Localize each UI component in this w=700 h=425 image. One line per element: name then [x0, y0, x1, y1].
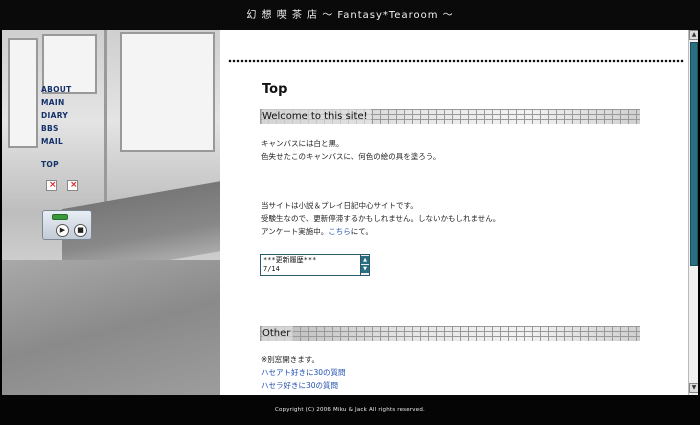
other-section-header: Other — [260, 326, 640, 341]
nav-link-bbs[interactable]: BBS — [41, 122, 72, 135]
player-volume-bar[interactable] — [52, 214, 68, 220]
nav-link-main[interactable]: MAIN — [41, 96, 72, 109]
survey-link[interactable]: こちら — [328, 227, 351, 236]
footer-banner: Copyright (C) 2006 Miku & Jack All right… — [0, 395, 700, 425]
nav-link-mail[interactable]: MAIL — [41, 135, 72, 148]
scrollbar-thumb[interactable] — [690, 42, 698, 266]
nav-link-about[interactable]: ABOUT — [41, 83, 72, 96]
train-window-decor — [8, 38, 38, 148]
welcome-heading: Welcome to this site! — [262, 109, 371, 124]
dotted-divider — [228, 58, 684, 64]
broken-image-icon[interactable]: × — [46, 180, 57, 191]
update-box-scrollbar[interactable]: ▲ ▼ — [360, 255, 369, 275]
scroll-up-icon[interactable]: ▲ — [361, 256, 369, 264]
page-scrollbar[interactable]: ▲ ▼ — [688, 30, 699, 395]
update-history-date: 7/14 — [263, 265, 280, 273]
stop-icon[interactable]: ■ — [74, 224, 87, 237]
survey-line: アンケート実施中。こちらにて。 — [261, 225, 500, 238]
other-heading: Other — [262, 326, 294, 341]
other-link[interactable]: ハセラ好きに30の質問 — [261, 381, 338, 390]
welcome-section-header: Welcome to this site! — [260, 109, 640, 124]
main-content: Top Welcome to this site! キャンバスには白と黒。 色失… — [220, 30, 688, 395]
update-history-box[interactable]: ***更新履歴*** 7/14 ▲ ▼ — [260, 254, 370, 276]
page-title: Top — [262, 82, 288, 97]
intro-line: キャンバスには白と黒。 — [261, 139, 344, 148]
intro-text: キャンバスには白と黒。 色失せたこのキャンバスに、何色の絵の具を塗ろう。 — [261, 137, 440, 163]
intro-line: 色失せたこのキャンバスに、何色の絵の具を塗ろう。 — [261, 152, 441, 161]
play-icon[interactable]: ▶ — [56, 224, 69, 237]
music-player: ▶ ■ — [42, 210, 92, 240]
sidebar-nav: ABOUT MAIN DIARY BBS MAIL TOP — [41, 83, 72, 171]
update-history-title: ***更新履歴*** — [263, 256, 317, 264]
scroll-down-icon[interactable]: ▼ — [361, 265, 369, 273]
about-text: 当サイトは小説＆プレイ日記中心サイトです。 受験生なので、更新停滞するかもしれま… — [261, 199, 500, 238]
train-pole-decor — [104, 30, 107, 210]
copyright-text: Copyright (C) 2006 Miku & Jack All right… — [275, 407, 425, 413]
other-link[interactable]: ハセアト好きに30の質問 — [261, 368, 346, 377]
site-title: 幻 想 喫 茶 店 〜 Fantasy*Tearoom 〜 — [246, 10, 454, 21]
about-line: 受験生なので、更新停滞するかもしれません。しないかもしれません。 — [261, 214, 501, 223]
site-title-banner: 幻 想 喫 茶 店 〜 Fantasy*Tearoom 〜 — [0, 0, 700, 30]
nav-link-diary[interactable]: DIARY — [41, 109, 72, 122]
survey-prefix: アンケート実施中。 — [261, 227, 329, 236]
nav-link-top[interactable]: TOP — [41, 158, 72, 171]
train-window-decor — [120, 32, 215, 152]
about-line: 当サイトは小説＆プレイ日記中心サイトです。 — [261, 201, 418, 210]
other-note: ※別窓開きます。 — [261, 355, 320, 364]
broken-image-icon[interactable]: × — [67, 180, 78, 191]
other-text: ※別窓開きます。 ハセアト好きに30の質問 ハセラ好きに30の質問 — [261, 353, 346, 392]
sidebar-photo-panel — [2, 30, 220, 395]
train-floor-decor — [2, 260, 220, 395]
survey-suffix: にて。 — [350, 227, 373, 236]
